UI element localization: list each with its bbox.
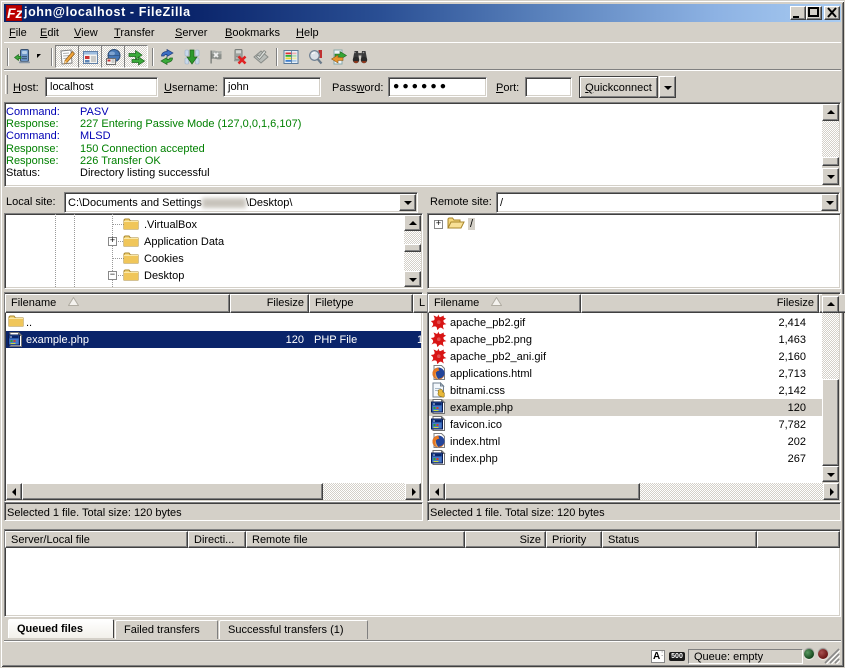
svg-text:Fz: Fz [7,5,22,21]
